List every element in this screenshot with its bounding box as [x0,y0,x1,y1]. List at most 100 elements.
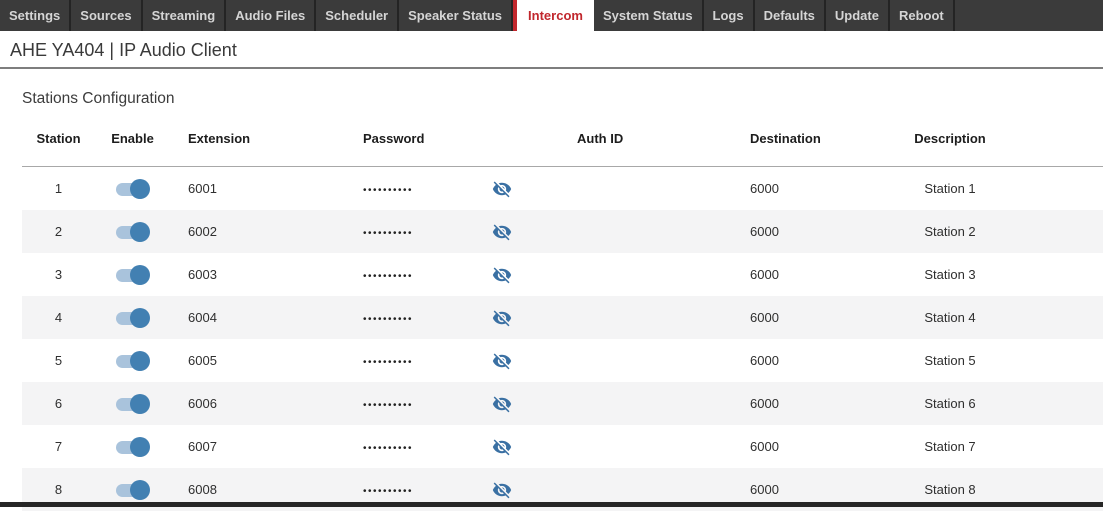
col-header-extension: Extension [188,131,251,146]
station-number: 5 [54,353,63,368]
table-row: 3 6003 •••••••••• 6000 Station 3 [22,253,1103,296]
description-value: Station 3 [924,267,976,282]
enable-toggle[interactable] [115,436,150,457]
description-value: Station 7 [924,439,976,454]
eye-slash-icon [492,181,511,197]
extension-value: 6003 [188,267,217,282]
enable-toggle[interactable] [115,264,150,285]
col-header-destination: Destination [750,131,821,146]
toggle-knob [129,221,150,242]
station-number: 7 [54,439,63,454]
tab-reboot[interactable]: Reboot [890,0,955,31]
extension-value: 6001 [188,181,217,196]
tab-defaults[interactable]: Defaults [755,0,826,31]
password-masked: •••••••••• [363,443,414,454]
toggle-knob [129,307,150,328]
password-visibility-button[interactable] [492,479,514,501]
tab-logs[interactable]: Logs [704,0,755,31]
eye-slash-icon [492,396,511,412]
destination-value: 6000 [750,267,779,282]
tab-intercom[interactable]: Intercom [513,0,594,31]
password-masked: •••••••••• [363,228,414,239]
eye-slash-icon [492,439,511,455]
destination-value: 6000 [750,224,779,239]
toggle-knob [129,393,150,414]
top-nav: Settings Sources Streaming Audio Files S… [0,0,1103,31]
password-masked: •••••••••• [363,400,414,411]
description-value: Station 6 [924,396,976,411]
toggle-knob [129,436,150,457]
password-masked: •••••••••• [363,486,414,497]
extension-value: 6004 [188,310,217,325]
toggle-knob [129,479,150,500]
eye-slash-icon [492,353,511,369]
password-visibility-button[interactable] [492,221,514,243]
page-title: AHE YA404 | IP Audio Client [10,40,237,60]
table-row: 2 6002 •••••••••• 6000 Station 2 [22,210,1103,253]
extension-value: 6006 [188,396,217,411]
col-header-station: Station [36,131,81,146]
toggle-knob [129,264,150,285]
table-row: 7 6007 •••••••••• 6000 Station 7 [22,425,1103,468]
eye-slash-icon [492,267,511,283]
station-number: 8 [54,482,63,497]
enable-toggle[interactable] [115,178,150,199]
table-header-row: Station Enable Extension Password Auth I… [22,111,1103,167]
tab-system-status[interactable]: System Status [594,0,704,31]
col-header-auth-id: Auth ID [577,131,624,146]
station-number: 1 [54,181,63,196]
nav-filler [955,0,1103,31]
password-visibility-button[interactable] [492,350,514,372]
tab-update[interactable]: Update [826,0,890,31]
tab-streaming[interactable]: Streaming [143,0,227,31]
tab-sources[interactable]: Sources [71,0,143,31]
col-header-enable: Enable [111,131,154,146]
password-visibility-button[interactable] [492,264,514,286]
extension-value: 6005 [188,353,217,368]
tab-settings[interactable]: Settings [0,0,72,31]
eye-slash-icon [492,224,511,240]
enable-toggle[interactable] [115,307,150,328]
extension-value: 6007 [188,439,217,454]
title-bar: AHE YA404 | IP Audio Client [0,31,1103,69]
table-row: 5 6005 •••••••••• 6000 Station 5 [22,339,1103,382]
station-number: 2 [54,224,63,239]
main-content: Stations Configuration Station Enable Ex… [0,90,1103,511]
stations-table: Station Enable Extension Password Auth I… [22,111,1103,511]
tab-speaker-status[interactable]: Speaker Status [399,0,514,31]
destination-value: 6000 [750,310,779,325]
destination-value: 6000 [750,353,779,368]
toggle-knob [129,178,150,199]
destination-value: 6000 [750,439,779,454]
password-visibility-button[interactable] [492,436,514,458]
table-row: 6 6006 •••••••••• 6000 Station 6 [22,382,1103,425]
extension-value: 6002 [188,224,217,239]
enable-toggle[interactable] [115,479,150,500]
password-visibility-button[interactable] [492,307,514,329]
enable-toggle[interactable] [115,350,150,371]
enable-toggle[interactable] [115,393,150,414]
station-number: 6 [54,396,63,411]
col-header-description: Description [914,131,986,146]
station-number: 3 [54,267,63,282]
description-value: Station 2 [924,224,976,239]
destination-value: 6000 [750,396,779,411]
description-value: Station 1 [924,181,976,196]
eye-slash-icon [492,482,511,498]
password-masked: •••••••••• [363,185,414,196]
section-title: Stations Configuration [22,90,175,107]
destination-value: 6000 [750,181,779,196]
password-visibility-button[interactable] [492,393,514,415]
col-header-password: Password [363,131,425,146]
tab-scheduler[interactable]: Scheduler [316,0,400,31]
enable-toggle[interactable] [115,221,150,242]
footer-edge [0,502,1103,507]
table-row: 1 6001 •••••••••• 6000 Station 1 [22,167,1103,210]
station-number: 4 [54,310,63,325]
password-masked: •••••••••• [363,271,414,282]
password-visibility-button[interactable] [492,178,514,200]
tab-audio-files[interactable]: Audio Files [226,0,317,31]
eye-slash-icon [492,310,511,326]
description-value: Station 4 [924,310,976,325]
description-value: Station 8 [924,482,976,497]
